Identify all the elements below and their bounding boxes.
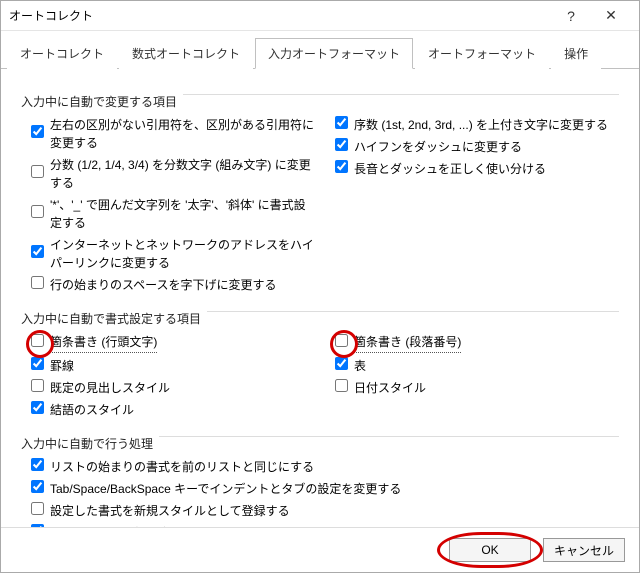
section-title: 入力中に自動で変更する項目: [21, 93, 183, 110]
option-checkbox[interactable]: [31, 334, 44, 347]
option-row: 表: [335, 355, 619, 377]
option-label[interactable]: 箇条書き (段落番号): [354, 333, 461, 353]
checkbox-wrap: [31, 245, 44, 263]
section-title: 入力中に自動で行う処理: [21, 435, 159, 452]
tab[interactable]: オートフォーマット: [415, 38, 549, 69]
option-label[interactable]: リストの始まりの書式を前のリストと同じにする: [50, 458, 314, 476]
option-row: 序数 (1st, 2nd, 3rd, ...) を上付き文字に変更する: [335, 114, 619, 136]
option-label[interactable]: 結語のスタイル: [50, 401, 134, 419]
checkbox-wrap: [31, 480, 44, 498]
help-button[interactable]: ?: [551, 2, 591, 30]
ok-button[interactable]: OK: [449, 538, 531, 562]
option-label[interactable]: インターネットとネットワークのアドレスをハイパーリンクに変更する: [50, 236, 315, 272]
close-button[interactable]: ✕: [591, 2, 631, 30]
checkbox-wrap: [31, 379, 44, 397]
option-label[interactable]: 左右の区別がない引用符を、区別がある引用符に変更する: [50, 116, 315, 152]
option-label[interactable]: 既定の見出しスタイル: [50, 379, 170, 397]
option-checkbox[interactable]: [31, 480, 44, 493]
option-label[interactable]: 日付スタイル: [354, 379, 426, 397]
option-label[interactable]: '*'、'_' で囲んだ文字列を '太字'、'斜体' に書式設定する: [50, 196, 315, 232]
option-checkbox[interactable]: [335, 138, 348, 151]
option-label[interactable]: 序数 (1st, 2nd, 3rd, ...) を上付き文字に変更する: [354, 116, 608, 134]
option-label[interactable]: 長音とダッシュを正しく使い分ける: [354, 160, 546, 178]
section-auto-process: 入力中に自動で行う処理 リストの始まりの書式を前のリストと同じにする Tab/Sp…: [21, 427, 619, 527]
checkbox-wrap: [31, 524, 44, 527]
section-auto-format: 入力中に自動で書式設定する項目 箇条書き (行頭文字) 罫線既定の見出しスタイル結…: [21, 302, 619, 421]
checkbox-wrap: [31, 125, 44, 143]
checkbox-wrap: [31, 502, 44, 520]
option-row: かっこを正しく組み合わせる: [31, 522, 619, 527]
option-label[interactable]: かっこを正しく組み合わせる: [50, 524, 206, 527]
option-row: 設定した書式を新規スタイルとして登録する: [31, 500, 619, 522]
option-row: 箇条書き (行頭文字): [31, 331, 315, 355]
option-checkbox[interactable]: [31, 524, 44, 527]
option-checkbox[interactable]: [31, 379, 44, 392]
section-auto-replace: 入力中に自動で変更する項目 左右の区別がない引用符を、区別がある引用符に変更する…: [21, 85, 619, 296]
button-bar: OK キャンセル: [1, 527, 639, 572]
checkbox-wrap: [335, 138, 348, 156]
checkbox-wrap: [31, 458, 44, 476]
section-title: 入力中に自動で書式設定する項目: [21, 310, 207, 327]
option-row: 箇条書き (段落番号): [335, 331, 619, 355]
option-label[interactable]: 行の始まりのスペースを字下げに変更する: [50, 276, 277, 294]
option-checkbox[interactable]: [31, 165, 44, 178]
option-label[interactable]: 箇条書き (行頭文字): [50, 333, 157, 353]
option-checkbox[interactable]: [31, 205, 44, 218]
option-checkbox[interactable]: [31, 502, 44, 515]
option-row: 長音とダッシュを正しく使い分ける: [335, 158, 619, 180]
option-label[interactable]: ハイフンをダッシュに変更する: [354, 138, 522, 156]
checkbox-wrap: [335, 116, 348, 134]
cancel-button[interactable]: キャンセル: [543, 538, 625, 562]
tab[interactable]: 入力オートフォーマット: [255, 38, 413, 69]
option-row: 日付スタイル: [335, 377, 619, 399]
checkbox-wrap: [335, 160, 348, 178]
option-checkbox[interactable]: [31, 245, 44, 258]
option-row: Tab/Space/BackSpace キーでインデントとタブの設定を変更する: [31, 478, 619, 500]
option-row: '*'、'_' で囲んだ文字列を '太字'、'斜体' に書式設定する: [31, 194, 315, 234]
option-label[interactable]: 罫線: [50, 357, 74, 375]
option-checkbox[interactable]: [335, 357, 348, 370]
option-row: 罫線: [31, 355, 315, 377]
option-row: 結語のスタイル: [31, 399, 315, 421]
option-checkbox[interactable]: [335, 160, 348, 173]
checkbox-wrap: [335, 357, 348, 375]
ok-highlight: OK: [449, 538, 531, 562]
checkbox-wrap: [31, 165, 44, 183]
option-row: 行の始まりのスペースを字下げに変更する: [31, 274, 315, 296]
option-checkbox[interactable]: [31, 458, 44, 471]
option-checkbox[interactable]: [335, 379, 348, 392]
option-row: 左右の区別がない引用符を、区別がある引用符に変更する: [31, 114, 315, 154]
titlebar: オートコレクト ? ✕: [1, 1, 639, 31]
option-checkbox[interactable]: [335, 334, 348, 347]
option-label[interactable]: 表: [354, 357, 366, 375]
option-row: リストの始まりの書式を前のリストと同じにする: [31, 456, 619, 478]
window-title: オートコレクト: [9, 7, 551, 24]
option-label[interactable]: Tab/Space/BackSpace キーでインデントとタブの設定を変更する: [50, 480, 401, 498]
checkbox-wrap: [335, 379, 348, 397]
option-checkbox[interactable]: [335, 116, 348, 129]
dialog-window: オートコレクト ? ✕ オートコレクト数式オートコレクト入力オートフォーマットオ…: [0, 0, 640, 573]
option-row: インターネットとネットワークのアドレスをハイパーリンクに変更する: [31, 234, 315, 274]
tab[interactable]: 数式オートコレクト: [119, 38, 253, 69]
checkbox-wrap: [31, 401, 44, 419]
checkbox-wrap: [31, 334, 44, 352]
checkbox-wrap: [31, 276, 44, 294]
checkbox-wrap: [335, 334, 348, 352]
option-checkbox[interactable]: [31, 125, 44, 138]
option-label[interactable]: 設定した書式を新規スタイルとして登録する: [50, 502, 290, 520]
option-row: ハイフンをダッシュに変更する: [335, 136, 619, 158]
option-row: 既定の見出しスタイル: [31, 377, 315, 399]
tab[interactable]: 操作: [551, 38, 601, 69]
option-checkbox[interactable]: [31, 401, 44, 414]
dialog-content: 入力中に自動で変更する項目 左右の区別がない引用符を、区別がある引用符に変更する…: [1, 69, 639, 527]
checkbox-wrap: [31, 357, 44, 375]
tab[interactable]: オートコレクト: [7, 38, 117, 69]
checkbox-wrap: [31, 205, 44, 223]
option-checkbox[interactable]: [31, 357, 44, 370]
tab-bar: オートコレクト数式オートコレクト入力オートフォーマットオートフォーマット操作: [1, 31, 639, 69]
option-row: 分数 (1/2, 1/4, 3/4) を分数文字 (組み文字) に変更する: [31, 154, 315, 194]
option-label[interactable]: 分数 (1/2, 1/4, 3/4) を分数文字 (組み文字) に変更する: [50, 156, 315, 192]
option-checkbox[interactable]: [31, 276, 44, 289]
